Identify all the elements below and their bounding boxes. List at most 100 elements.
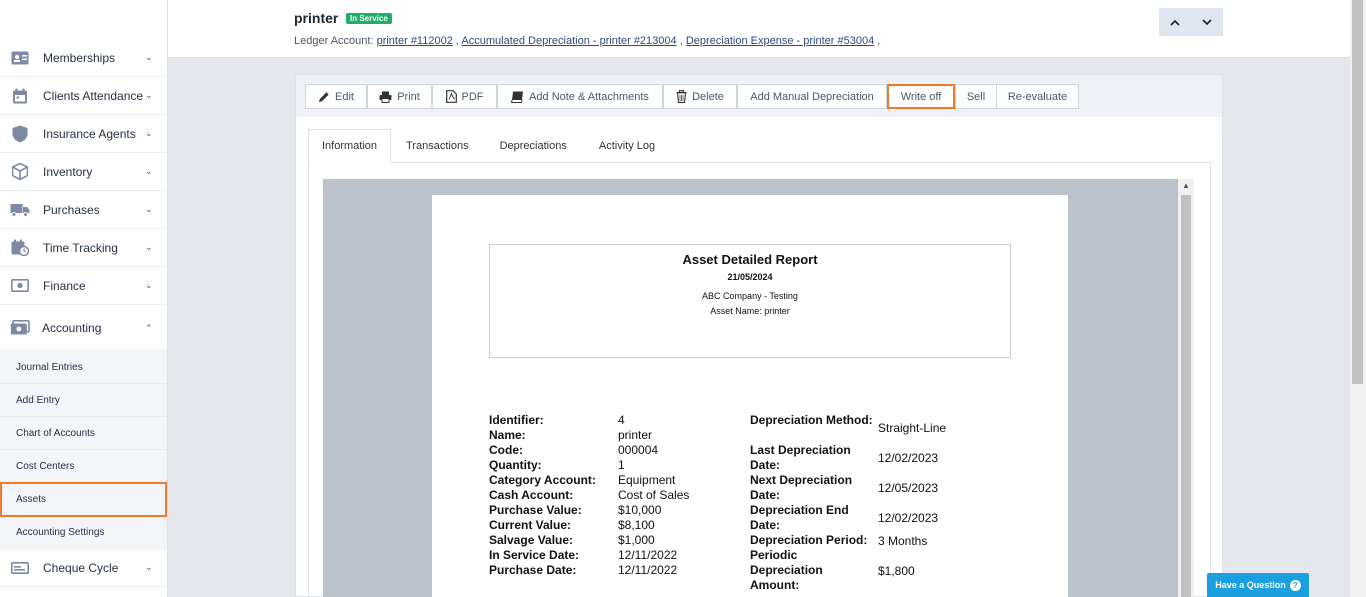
sidebar-item-purchases[interactable]: Purchases ⌄ [0,191,167,229]
sidebar-sub-label: Accounting Settings [16,527,105,538]
re-evaluate-label: Re-evaluate [1007,90,1068,103]
report-asset-name: Asset Name: printer [710,306,790,316]
previous-record-button[interactable] [1159,8,1191,36]
sidebar-item-accounting[interactable]: Accounting ⌃ [0,306,167,351]
sidebar-item-insurance-agents[interactable]: Insurance Agents ⌄ [0,115,167,153]
write-off-button[interactable]: Write off [887,84,955,109]
field-label: Last Depreciation Date: [750,443,851,472]
field-value: Straight-Line [878,421,947,435]
field-value: 12/11/2022 [618,563,678,577]
ledger-link-depreciation-expense[interactable]: Depreciation Expense - printer #53004 [686,35,874,47]
field-value: $1,000 [618,533,655,547]
field-label: Identifier: [489,413,544,427]
chevron-down-icon: ⌄ [145,204,153,214]
scroll-up-icon[interactable]: ▲ [1178,181,1194,190]
field-value: printer [618,428,653,442]
viewer-scrollbar[interactable]: ▲ [1178,179,1194,597]
add-note-attachments-button[interactable]: Add Note & Attachments [497,84,663,109]
report-header: Asset Detailed Report 21/05/2024 ABC Com… [489,244,1011,358]
field-label: Current Value: [489,518,572,532]
sidebar-item-label: Inventory [43,164,93,179]
ledger-link-asset[interactable]: printer #112002 [377,35,453,47]
tab-activity-log[interactable]: Activity Log [582,129,672,163]
action-toolbar: Edit Print PDF Add Note & Attachments De… [296,75,1222,117]
field-label: Depreciation End Date: [750,503,849,532]
sidebar-sub-chart-of-accounts[interactable]: Chart of Accounts [0,417,167,450]
sidebar-sub-label: Add Entry [16,394,60,406]
sell-button[interactable]: Sell [955,84,997,109]
page-header: printer In Service Ledger Account: print… [168,0,1350,58]
question-icon: ? [1289,579,1301,591]
sidebar-item-clients-attendance[interactable]: Clients Attendance ⌄ [0,77,167,115]
sidebar-sub-assets[interactable]: Assets [0,482,167,517]
sidebar-sub-add-entry[interactable]: Add Entry [0,384,167,417]
sidebar-item-inventory[interactable]: Inventory ⌄ [0,153,167,191]
cash-icon [10,319,30,337]
sidebar-sub-accounting-settings[interactable]: Accounting Settings [0,517,167,549]
field-label: Depreciation Period: [750,533,868,547]
shield-icon [10,125,30,143]
add-note-label: Add Note & Attachments [529,90,649,103]
truck-icon [10,201,30,219]
asset-fields-right: Depreciation Method: Straight-Line Last D… [750,413,1010,597]
tab-information[interactable]: Information [308,129,392,163]
book-icon [511,91,524,103]
sidebar-item-label: Accounting [42,321,102,335]
sidebar-item-finance[interactable]: Finance ⌄ [0,267,167,305]
field-label: Next Depreciation Date: [750,473,853,502]
chevron-up-icon: ⌃ [145,322,153,333]
sidebar-sub-journal-entries[interactable]: Journal Entries [0,351,167,384]
field-label: Quantity: [489,458,542,472]
page-scrollbar[interactable] [1350,0,1366,597]
sidebar-item-label: Insurance Agents [43,126,136,141]
ledger-separator: , [877,35,881,47]
next-record-button[interactable] [1191,8,1223,36]
field-value: $8,100 [618,518,655,532]
field-label: Purchase Value: [489,503,582,517]
delete-label: Delete [692,90,724,103]
have-a-question-button[interactable]: Have a Question ? [1207,573,1309,597]
field-value: 3 Months [878,534,928,548]
delete-button[interactable]: Delete [663,84,737,109]
chevron-down-icon: ⌄ [145,562,153,572]
sell-label: Sell [966,90,986,103]
sidebar-sub-label: Journal Entries [16,361,83,373]
field-value: 4 [618,413,625,427]
sidebar-sub-label: Chart of Accounts [16,427,95,439]
sidebar-item-time-tracking[interactable]: Time Tracking ⌄ [0,229,167,267]
field-value: 12/02/2023 [878,451,939,465]
scrollbar-thumb[interactable] [1352,0,1363,384]
calendar-icon [10,87,30,105]
sidebar: Memberships ⌄ Clients Attendance ⌄ Insur… [0,0,168,597]
chevron-down-icon: ⌄ [145,128,153,138]
id-card-icon [10,49,30,67]
chevron-down-icon: ⌄ [145,52,153,62]
print-button[interactable]: Print [367,84,432,109]
status-badge: In Service [346,13,392,24]
sidebar-sub-cost-centers[interactable]: Cost Centers [0,450,167,483]
pdf-label: PDF [461,90,484,103]
tab-depreciations[interactable]: Depreciations [483,129,583,163]
field-value: Cost of Sales [618,488,690,502]
viewer-scrollbar-thumb[interactable] [1181,195,1191,597]
field-label: Salvage Value: [489,533,574,547]
re-evaluate-button[interactable]: Re-evaluate [996,84,1079,109]
tab-bar: Information Transactions Depreciations A… [308,129,672,163]
field-label: In Service Date: [489,548,580,562]
tab-transactions[interactable]: Transactions [391,129,484,163]
print-label: Print [397,90,420,103]
sidebar-item-cheque-cycle[interactable]: Cheque Cycle ⌄ [0,549,167,587]
chevron-down-icon: ⌄ [145,90,153,100]
field-label: Periodic Depreciation Amount: [750,548,823,592]
field-value: 000004 [618,443,659,457]
sidebar-item-label: Purchases [43,202,100,217]
edit-button[interactable]: Edit [305,84,367,109]
ledger-link-accumulated-depreciation[interactable]: Accumulated Depreciation - printer #2130… [461,35,676,47]
report-company: ABC Company - Testing [702,291,798,301]
add-manual-depreciation-button[interactable]: Add Manual Depreciation [737,84,887,109]
chevron-down-icon: ⌄ [145,242,153,252]
pencil-icon [319,91,329,102]
field-value: 1 [618,458,625,472]
sidebar-item-memberships[interactable]: Memberships ⌄ [0,39,167,77]
pdf-button[interactable]: PDF [432,84,497,109]
